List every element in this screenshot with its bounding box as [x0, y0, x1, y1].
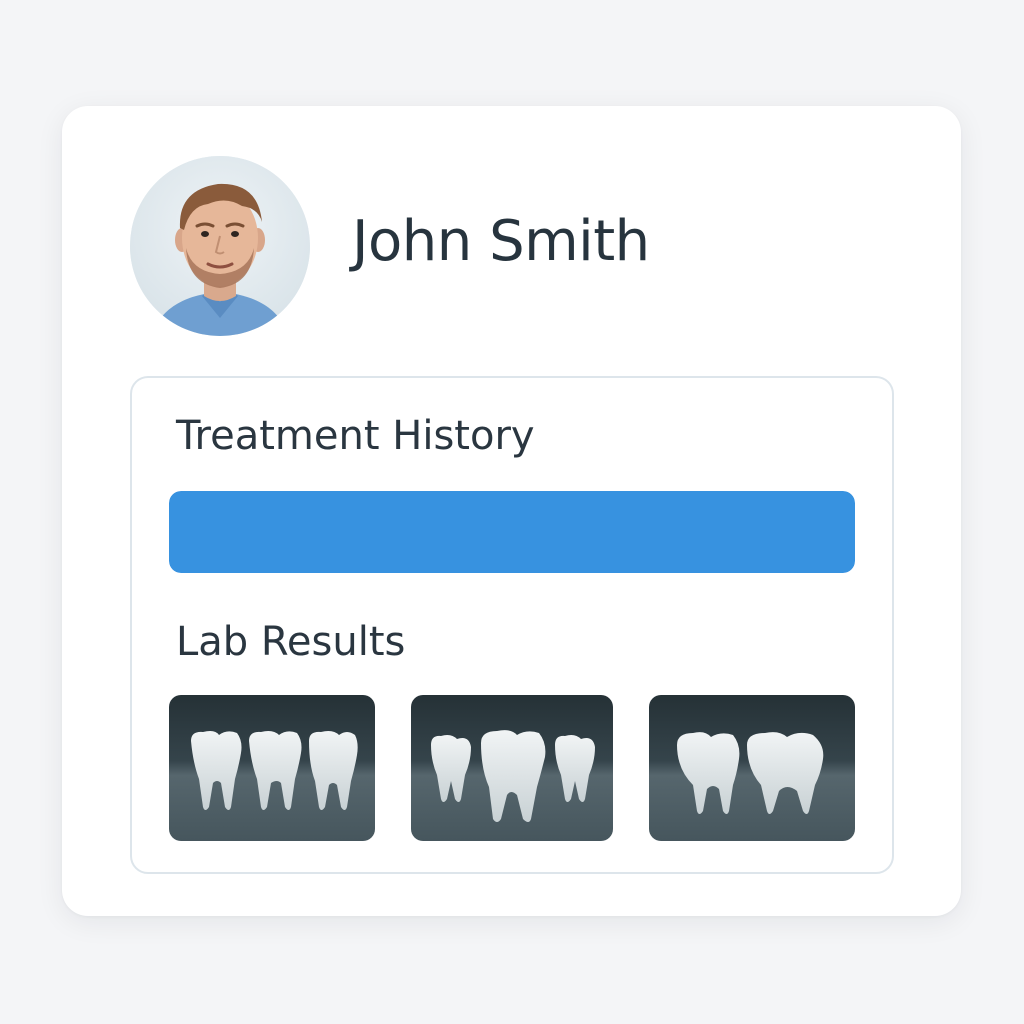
records-panel: Treatment History Lab Results: [130, 376, 894, 874]
patient-avatar[interactable]: [130, 156, 310, 336]
xray-three-molars-icon: [169, 695, 375, 841]
xray-two-molars-icon: [649, 695, 855, 841]
lab-results-title: Lab Results: [176, 619, 406, 665]
treatment-history-title: Treatment History: [176, 413, 535, 459]
patient-name: John Smith: [352, 209, 650, 274]
xray-mixed-teeth-icon: [411, 695, 613, 841]
patient-photo-icon: [130, 156, 310, 336]
treatment-history-bar[interactable]: [169, 491, 855, 573]
treatment-history-fill: [169, 491, 855, 573]
lab-result-xray-1[interactable]: [169, 695, 375, 841]
lab-result-xray-2[interactable]: [411, 695, 613, 841]
lab-result-xray-3[interactable]: [649, 695, 855, 841]
patient-card: John Smith Treatment History Lab Results: [62, 106, 961, 916]
